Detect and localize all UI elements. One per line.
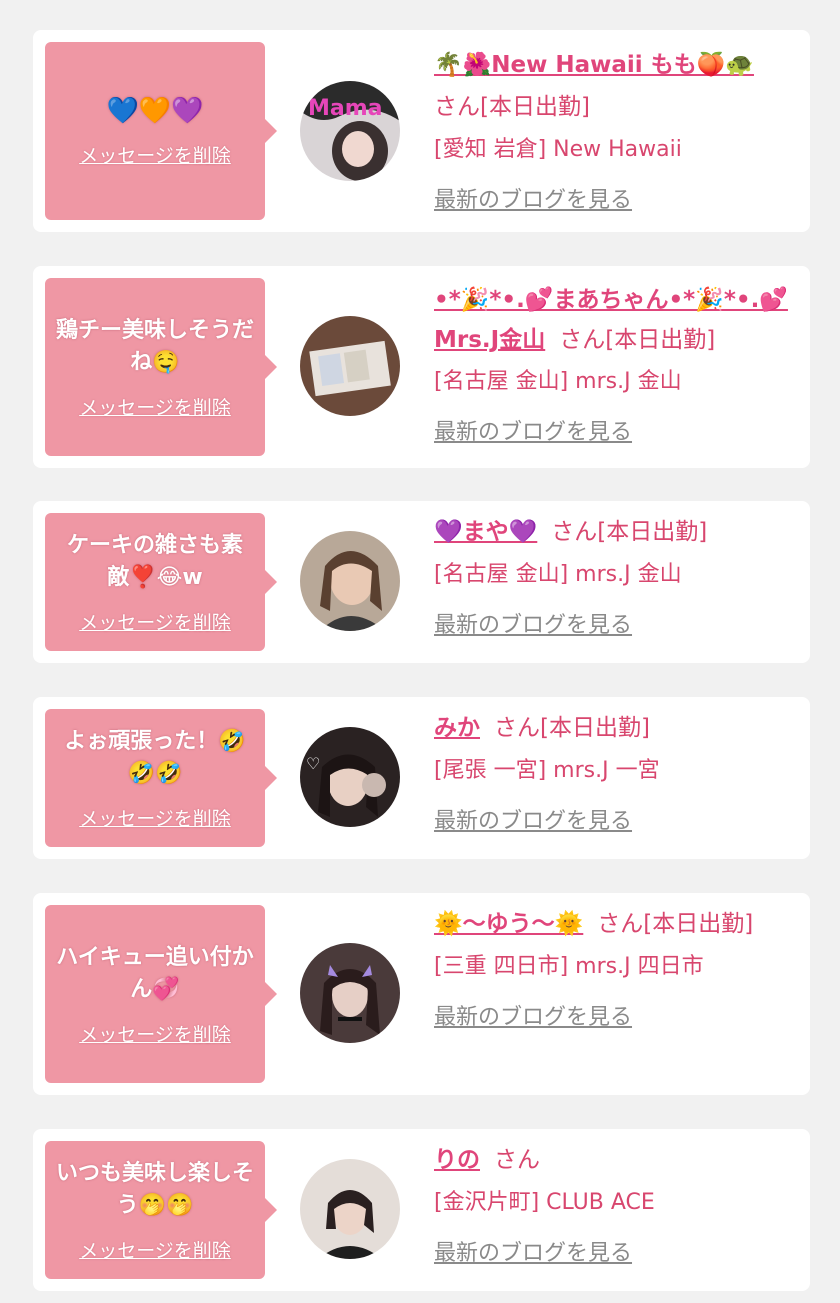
shop-info: [三重 四日市] mrs.J 四日市 xyxy=(434,954,704,979)
list-item: いつも美味し楽しそう🤭🤭 メッセージを削除 りの さん [金沢片町] CLUB A… xyxy=(33,1129,810,1291)
delete-message-link[interactable]: メッセージを削除 xyxy=(79,804,231,831)
message-text: 💙🧡💜 xyxy=(106,95,204,126)
user-info: •*🎉*•.💕まあちゃん•*🎉*•.💕Mrs.J金山 さん[本日出勤] [名古屋 … xyxy=(434,280,789,446)
message-bubble: ハイキュー追い付かん💞 メッセージを削除 xyxy=(45,905,277,1083)
user-name-link[interactable]: 🌞〜ゆう〜🌞 xyxy=(434,911,583,937)
list-item: よぉ頑張った！🤣🤣🤣 メッセージを削除 ♡ みか さん[本日出勤] [尾張 一宮]… xyxy=(33,697,810,859)
user-name-link[interactable]: みか xyxy=(434,715,480,741)
user-status: さん xyxy=(494,1147,540,1173)
shop-info: [尾張 一宮] mrs.J 一宮 xyxy=(434,758,660,783)
user-name-link[interactable]: 🌴🌺New Hawaii もも🍑🐢 xyxy=(434,52,754,78)
message-bubble: ケーキの雑さも素敵❣️😂w メッセージを削除 xyxy=(45,513,277,651)
user-info: 🌴🌺New Hawaii もも🍑🐢 さん[本日出勤] [愛知 岩倉] New H… xyxy=(434,44,789,214)
avatar[interactable]: Mama xyxy=(300,81,400,181)
blog-link[interactable]: 最新のブログを見る xyxy=(434,803,632,835)
delete-message-link[interactable]: メッセージを削除 xyxy=(79,141,231,168)
blog-link[interactable]: 最新のブログを見る xyxy=(434,414,632,446)
user-status: さん[本日出勤] xyxy=(551,519,708,545)
message-bubble: よぉ頑張った！🤣🤣🤣 メッセージを削除 xyxy=(45,709,277,847)
avatar[interactable] xyxy=(300,943,400,1043)
user-status: さん[本日出勤] xyxy=(434,94,590,120)
delete-message-link[interactable]: メッセージを削除 xyxy=(79,1020,231,1047)
svg-text:♡: ♡ xyxy=(306,754,320,773)
user-info: りの さん [金沢片町] CLUB ACE 最新のブログを見る xyxy=(434,1139,789,1267)
message-bubble: 鶏チー美味しそうだね🤤 メッセージを削除 xyxy=(45,278,277,456)
user-status: さん[本日出勤] xyxy=(494,715,650,741)
delete-message-link[interactable]: メッセージを削除 xyxy=(79,393,231,420)
blog-link[interactable]: 最新のブログを見る xyxy=(434,607,632,639)
blog-link[interactable]: 最新のブログを見る xyxy=(434,999,632,1031)
shop-info: [名古屋 金山] mrs.J 金山 xyxy=(434,562,682,587)
blog-link[interactable]: 最新のブログを見る xyxy=(434,1235,632,1267)
list-item: ハイキュー追い付かん💞 メッセージを削除 🌞〜ゆう〜🌞 さん[本日出勤] [三重 … xyxy=(33,893,810,1095)
message-bubble: 💙🧡💜 メッセージを削除 xyxy=(45,42,277,220)
delete-message-link[interactable]: メッセージを削除 xyxy=(79,608,231,635)
user-name-link[interactable]: 💜まや💜 xyxy=(434,519,537,545)
avatar[interactable] xyxy=(300,316,400,416)
user-info: 💜まや💜 さん[本日出勤] [名古屋 金山] mrs.J 金山 最新のブログを見る xyxy=(434,511,789,639)
list-item: 💙🧡💜 メッセージを削除 Mama 🌴🌺New Hawaii もも🍑🐢 さん[本… xyxy=(33,30,810,232)
avatar[interactable] xyxy=(300,531,400,631)
user-info: みか さん[本日出勤] [尾張 一宮] mrs.J 一宮 最新のブログを見る xyxy=(434,707,789,835)
list-item: 鶏チー美味しそうだね🤤 メッセージを削除 •*🎉*•.💕まあちゃん•*🎉*•.💕… xyxy=(33,266,810,468)
message-bubble: いつも美味し楽しそう🤭🤭 メッセージを削除 xyxy=(45,1141,277,1279)
avatar[interactable] xyxy=(300,1159,400,1259)
shop-info: [名古屋 金山] mrs.J 金山 xyxy=(434,369,682,394)
blog-link[interactable]: 最新のブログを見る xyxy=(434,182,632,214)
user-status: さん[本日出勤] xyxy=(597,911,754,937)
message-text: ハイキュー追い付かん💞 xyxy=(56,944,254,1002)
message-text: ケーキの雑さも素敵❣️😂w xyxy=(66,532,243,590)
shop-info: [金沢片町] CLUB ACE xyxy=(434,1190,655,1215)
user-info: 🌞〜ゆう〜🌞 さん[本日出勤] [三重 四日市] mrs.J 四日市 最新のブログ… xyxy=(434,903,789,1031)
shop-info: [愛知 岩倉] New Hawaii xyxy=(434,137,682,162)
user-status: さん[本日出勤] xyxy=(559,327,716,353)
message-list: 💙🧡💜 メッセージを削除 Mama 🌴🌺New Hawaii もも🍑🐢 さん[本… xyxy=(0,0,840,1303)
avatar[interactable]: ♡ xyxy=(300,727,400,827)
message-text: いつも美味し楽しそう🤭🤭 xyxy=(55,1160,254,1218)
message-text: 鶏チー美味しそうだね🤤 xyxy=(55,317,254,375)
user-name-link[interactable]: りの xyxy=(434,1147,480,1173)
message-text: よぉ頑張った！🤣🤣🤣 xyxy=(64,728,246,786)
delete-message-link[interactable]: メッセージを削除 xyxy=(79,1236,231,1263)
svg-text:Mama: Mama xyxy=(308,96,383,121)
list-item: ケーキの雑さも素敵❣️😂w メッセージを削除 💜まや💜 さん[本日出勤] [名古屋… xyxy=(33,501,810,663)
